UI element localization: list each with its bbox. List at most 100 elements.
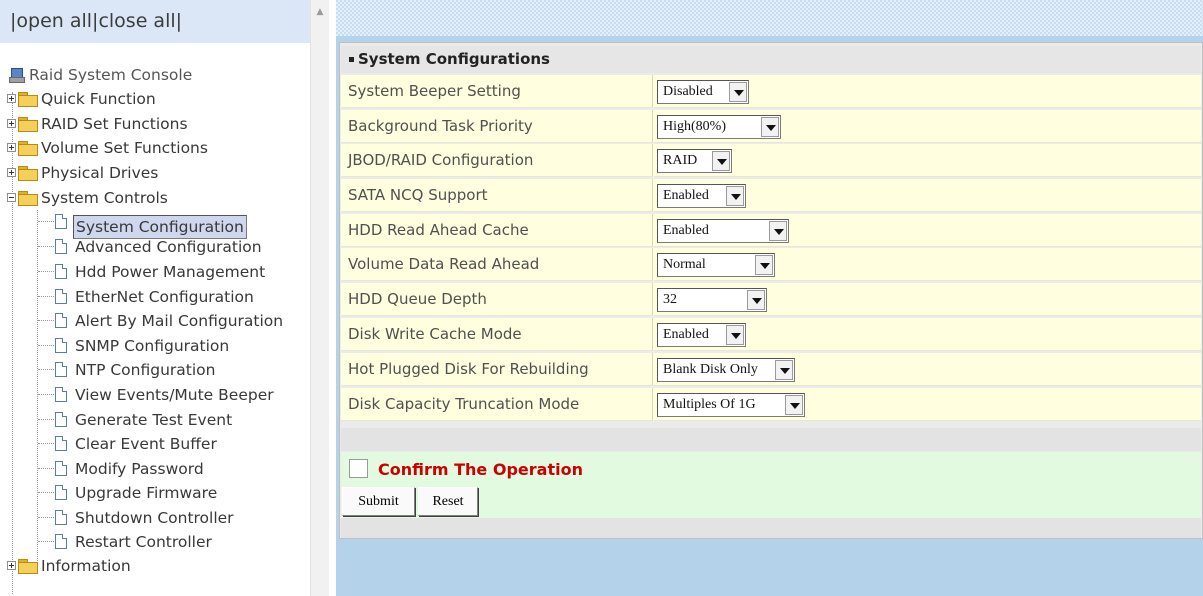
- row-label: System Beeper Setting: [341, 75, 653, 108]
- page-icon: [55, 387, 67, 402]
- chevron-down-icon[interactable]: [747, 290, 765, 310]
- tree-folder-label[interactable]: System Controls: [39, 187, 170, 209]
- tree-item-generate-test-event[interactable]: Generate Test Event: [55, 408, 234, 430]
- tree-folder-physical-drives[interactable]: Physical Drives: [7, 161, 160, 183]
- folder-open-icon: [18, 191, 38, 206]
- top-banner: [336, 0, 1203, 36]
- row-label: HDD Queue Depth: [341, 283, 653, 316]
- tree-folder-label[interactable]: Volume Set Functions: [39, 137, 210, 159]
- select-value: RAID: [663, 153, 698, 168]
- tree-item-label[interactable]: Alert By Mail Configuration: [73, 310, 285, 332]
- page-icon: [55, 362, 67, 377]
- chevron-down-icon[interactable]: [785, 395, 803, 415]
- plus-box-icon[interactable]: [7, 561, 16, 570]
- tree-item-modify-password[interactable]: Modify Password: [55, 457, 206, 479]
- row-value-cell: Enabled: [654, 214, 1201, 247]
- tree-item-snmp-configuration[interactable]: SNMP Configuration: [55, 334, 231, 356]
- hdd-read-ahead-cache-select[interactable]: Enabled: [657, 219, 789, 243]
- system-beeper-select[interactable]: Disabled: [657, 80, 749, 104]
- background-task-priority-select[interactable]: High(80%): [657, 115, 781, 139]
- open-close-all-links[interactable]: |open all|close all|: [10, 10, 182, 32]
- hot-plugged-disk-select[interactable]: Blank Disk Only: [657, 358, 795, 382]
- tree-item-label[interactable]: Restart Controller: [73, 531, 214, 553]
- chevron-down-icon[interactable]: [769, 221, 787, 241]
- plus-box-icon[interactable]: [7, 168, 16, 177]
- jbod-raid-select[interactable]: RAID: [657, 149, 732, 173]
- chevron-down-icon[interactable]: [761, 117, 779, 137]
- open-close-all-bar[interactable]: |open all|close all|: [0, 0, 310, 43]
- select-value: Enabled: [663, 188, 709, 203]
- chevron-down-icon[interactable]: [729, 82, 747, 102]
- tree-item-label[interactable]: Generate Test Event: [73, 409, 234, 431]
- tree-item-advanced-configuration[interactable]: Advanced Configuration: [55, 235, 264, 257]
- page-icon: [55, 338, 67, 353]
- minus-box-icon[interactable]: [7, 193, 16, 202]
- submit-button[interactable]: Submit: [342, 487, 415, 516]
- tree-root[interactable]: Raid System Console: [9, 63, 194, 85]
- system-configurations-form: System Configurations System Beeper Sett…: [339, 42, 1203, 539]
- tree-item-ntp-configuration[interactable]: NTP Configuration: [55, 358, 217, 380]
- row-label: Disk Capacity Truncation Mode: [341, 388, 653, 421]
- tree-folder-quick-function[interactable]: Quick Function: [7, 87, 158, 109]
- tree-item-label[interactable]: EtherNet Configuration: [73, 286, 256, 308]
- tree-item-restart-controller[interactable]: Restart Controller: [55, 530, 214, 552]
- row-label: Disk Write Cache Mode: [341, 318, 653, 351]
- folder-icon: [18, 559, 38, 574]
- tree-item-label[interactable]: Shutdown Controller: [73, 507, 236, 529]
- volume-data-read-ahead-select[interactable]: Normal: [657, 253, 775, 277]
- tree-item-label[interactable]: Advanced Configuration: [73, 236, 264, 258]
- tree-folder-label[interactable]: Information: [39, 555, 133, 577]
- tree-item-clear-event-buffer[interactable]: Clear Event Buffer: [55, 432, 219, 454]
- tree-item-upgrade-firmware[interactable]: Upgrade Firmware: [55, 481, 219, 503]
- row-label: SATA NCQ Support: [341, 179, 653, 212]
- tree-folder-raid-set-functions[interactable]: RAID Set Functions: [7, 112, 190, 134]
- scroll-up-arrow-icon[interactable]: ▲: [311, 0, 329, 22]
- tree-folder-information[interactable]: Information: [7, 554, 133, 576]
- confirm-checkbox[interactable]: [349, 459, 368, 478]
- tree-folder-label[interactable]: Physical Drives: [39, 162, 160, 184]
- tree-item-label[interactable]: NTP Configuration: [73, 359, 217, 381]
- confirm-row: Confirm The Operation: [341, 452, 1201, 487]
- select-value: Blank Disk Only: [663, 362, 758, 377]
- sata-ncq-select[interactable]: Enabled: [657, 184, 746, 208]
- tree-scrollbar[interactable]: ▲: [310, 0, 329, 596]
- chevron-down-icon[interactable]: [755, 255, 773, 275]
- tree-item-hdd-power-management[interactable]: Hdd Power Management: [55, 260, 267, 282]
- disk-capacity-truncation-select[interactable]: Multiples Of 1G: [657, 393, 805, 417]
- disk-write-cache-mode-select[interactable]: Enabled: [657, 323, 746, 347]
- hdd-queue-depth-select[interactable]: 32: [657, 288, 767, 312]
- chevron-down-icon[interactable]: [712, 151, 730, 171]
- form-row-system-beeper: System Beeper Setting Disabled: [341, 75, 1201, 108]
- page-icon: [55, 461, 67, 476]
- tree-item-label[interactable]: Hdd Power Management: [73, 261, 267, 283]
- plus-box-icon[interactable]: [7, 94, 16, 103]
- chevron-down-icon[interactable]: [726, 186, 744, 206]
- content-frame: System Configurations System Beeper Sett…: [336, 0, 1203, 596]
- tree-item-label[interactable]: Upgrade Firmware: [73, 482, 219, 504]
- tree-item-alert-by-mail-configuration[interactable]: Alert By Mail Configuration: [55, 309, 285, 331]
- tree-folder-label[interactable]: Quick Function: [39, 88, 158, 110]
- plus-box-icon[interactable]: [7, 119, 16, 128]
- chevron-down-icon[interactable]: [726, 325, 744, 345]
- tree-item-label[interactable]: Clear Event Buffer: [73, 433, 219, 455]
- tree-folder-volume-set-functions[interactable]: Volume Set Functions: [7, 136, 210, 158]
- tree-item-label[interactable]: Modify Password: [73, 458, 206, 480]
- tree-item-system-configuration[interactable]: System Configuration: [55, 210, 247, 239]
- folder-icon: [18, 117, 38, 132]
- row-label: Hot Plugged Disk For Rebuilding: [341, 353, 653, 386]
- select-value: Enabled: [663, 327, 709, 342]
- tree-item-label[interactable]: SNMP Configuration: [73, 335, 231, 357]
- tree-item-shutdown-controller[interactable]: Shutdown Controller: [55, 506, 236, 528]
- tree-item-label[interactable]: View Events/Mute Beeper: [73, 384, 276, 406]
- tree-root-label: Raid System Console: [29, 65, 193, 84]
- form-footer: [341, 518, 1201, 538]
- plus-box-icon[interactable]: [7, 143, 16, 152]
- form-row-volume-data-read-ahead: Volume Data Read Ahead Normal: [341, 248, 1201, 281]
- chevron-down-icon[interactable]: [775, 360, 793, 380]
- tree-item-ethernet-configuration[interactable]: EtherNet Configuration: [55, 285, 256, 307]
- tree-folder-system-controls[interactable]: System Controls: [7, 186, 170, 208]
- tree-folder-label[interactable]: RAID Set Functions: [39, 113, 190, 135]
- reset-button[interactable]: Reset: [418, 487, 478, 516]
- page-icon: [55, 264, 67, 279]
- tree-item-view-events-mute-beeper[interactable]: View Events/Mute Beeper: [55, 383, 276, 405]
